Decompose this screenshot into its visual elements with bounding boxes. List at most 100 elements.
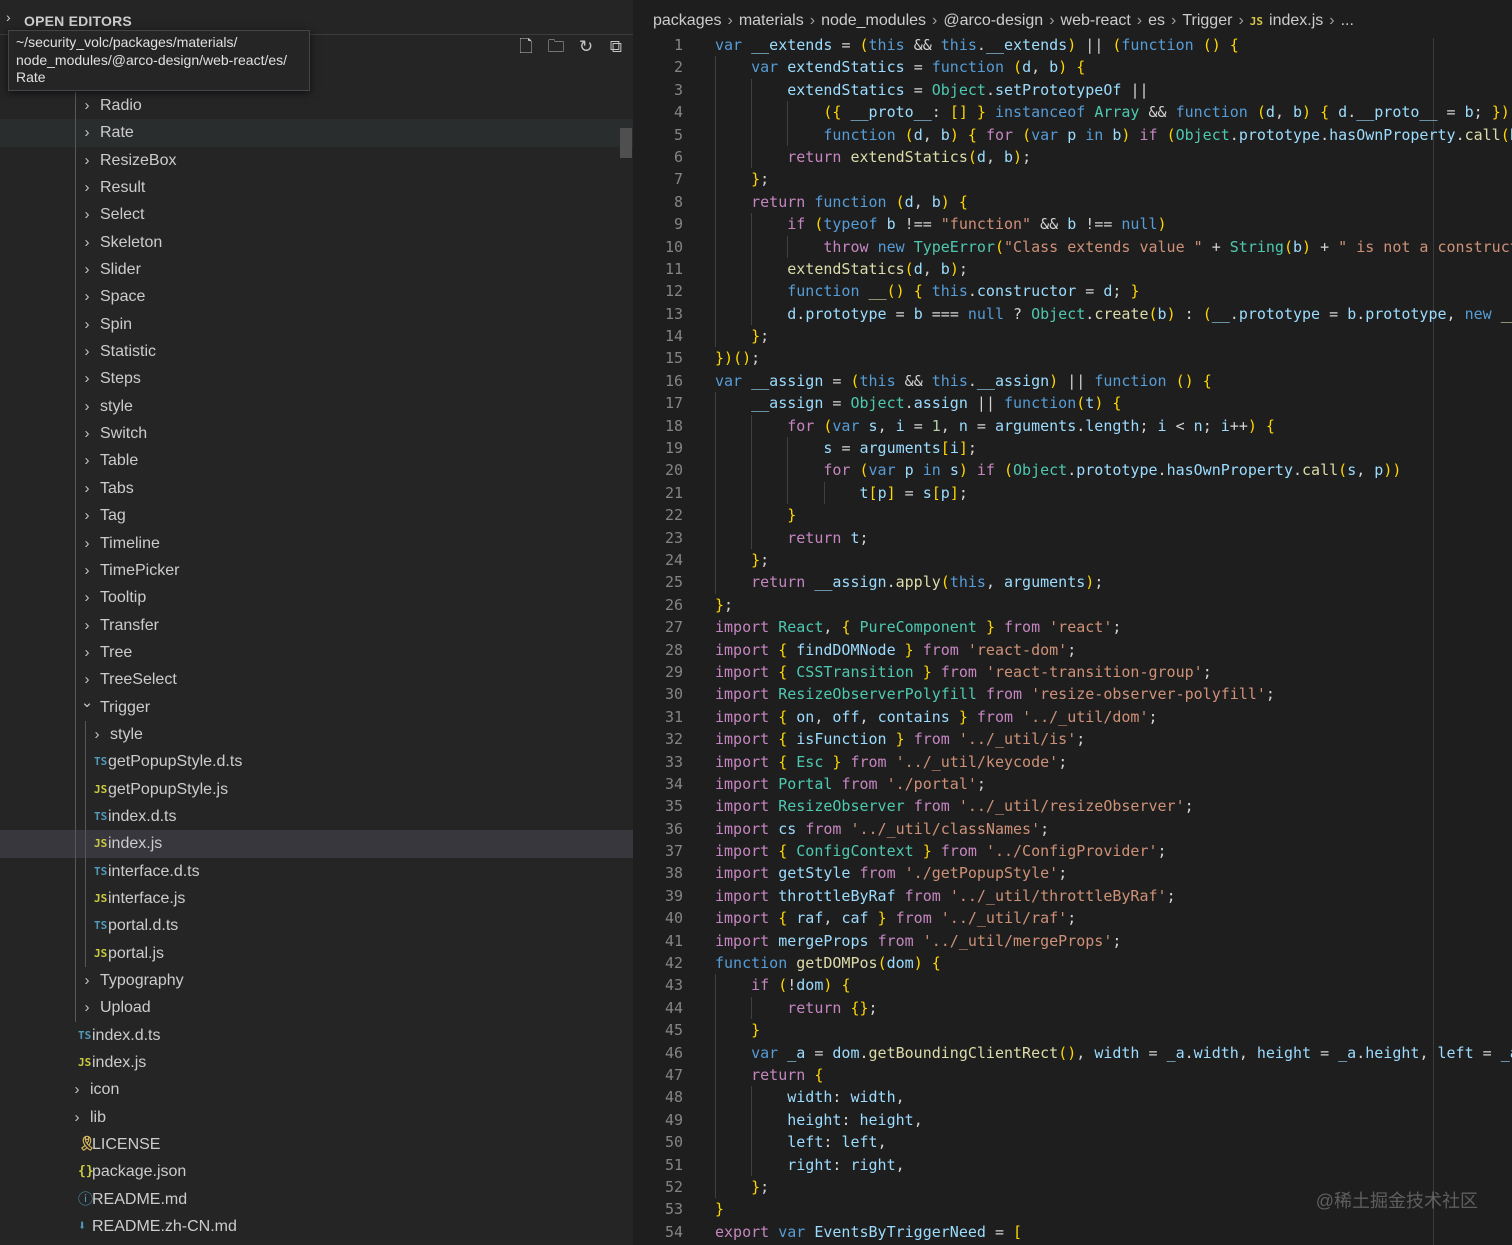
tree-item-label: style [100, 397, 133, 415]
tree-item-switch[interactable]: › Switch [0, 420, 633, 448]
tree-item-lib[interactable]: › lib [0, 1104, 633, 1131]
chevron-right-icon[interactable]: › [80, 283, 94, 310]
tree-item-interface-js[interactable]: JS interface.js [0, 884, 633, 913]
chevron-right-icon[interactable]: › [80, 639, 94, 666]
tree-item-portal-d-ts[interactable]: TS portal.d.ts [0, 912, 633, 940]
tree-item-index-d-ts[interactable]: TS index.d.ts [0, 1022, 633, 1049]
breadcrumb-item[interactable]: Trigger [1182, 12, 1232, 29]
tree-item-style[interactable]: › style [0, 720, 633, 749]
tree-item-interface-d-ts[interactable]: TS interface.d.ts [0, 857, 633, 885]
code-text: }; [751, 550, 770, 569]
code-text: import ResizeObserver from '../_util/res… [715, 797, 1194, 816]
chevron-right-icon[interactable]: › [80, 229, 94, 256]
new-folder-icon[interactable]: 🗀 [547, 38, 565, 56]
chevron-right-icon[interactable]: › [80, 447, 94, 474]
breadcrumb-item[interactable]: es [1148, 12, 1165, 29]
tree-item-timeline[interactable]: › Timeline [0, 529, 633, 557]
tree-item-slider[interactable]: › Slider [0, 256, 633, 284]
tree-item-transfer[interactable]: › Transfer [0, 611, 633, 639]
indent-guide [75, 638, 76, 667]
tree-item-license[interactable]: 🎗 LICENSE [0, 1131, 633, 1158]
tree-item-label: TreeSelect [100, 671, 177, 689]
chevron-right-icon[interactable]: › [80, 530, 94, 557]
chevron-right-icon[interactable]: › [80, 994, 94, 1021]
tree-item-typography[interactable]: › Typography [0, 967, 633, 995]
chevron-right-icon[interactable]: › [80, 338, 94, 365]
code-area[interactable]: 1 var __extends = (this && this.__extends… [633, 34, 1512, 1243]
line-number: 33 [664, 752, 683, 771]
code-line: 13 d.prototype = b === null ? Object.cre… [633, 302, 1512, 326]
chevron-right-icon[interactable]: › [80, 967, 94, 994]
tree-item-label: Tooltip [100, 589, 147, 607]
breadcrumb-item[interactable]: packages [653, 12, 722, 29]
chevron-right-icon[interactable]: › [80, 612, 94, 639]
tree-item-index-js[interactable]: JS index.js [0, 1049, 633, 1076]
tree-item-table[interactable]: › Table [0, 447, 633, 475]
tree-item-portal-js[interactable]: JS portal.js [0, 939, 633, 967]
chevron-right-icon[interactable]: › [6, 9, 11, 25]
tree-item-index-js[interactable]: JS index.js [0, 830, 633, 858]
breadcrumb-item[interactable]: index.js [1269, 12, 1323, 29]
breadcrumb-item[interactable]: ... [1341, 12, 1354, 29]
chevron-right-icon[interactable]: › [80, 393, 94, 420]
tree-item-spin[interactable]: › Spin [0, 310, 633, 339]
chevron-right-icon[interactable]: › [80, 584, 94, 611]
breadcrumb-item[interactable]: materials [739, 12, 804, 29]
tree-item-getpopupstyle-d-ts[interactable]: TS getPopupStyle.d.ts [0, 748, 633, 776]
chevron-right-icon[interactable]: › [80, 311, 94, 338]
tree-item-tag[interactable]: › Tag [0, 502, 633, 530]
chevron-right-icon[interactable]: › [90, 721, 104, 748]
tree-item-tree[interactable]: › Tree [0, 638, 633, 667]
sidebar-scrollbar-thumb[interactable] [620, 128, 632, 158]
tree-item-resizebox[interactable]: › ResizeBox [0, 146, 633, 175]
chevron-right-icon[interactable]: › [80, 365, 94, 392]
tree-item-rate[interactable]: › Rate [0, 119, 633, 147]
tree-item-trigger[interactable]: ⌄ Trigger [0, 693, 633, 721]
code-line: 51 right: right, [633, 1153, 1512, 1176]
indent-guide [75, 174, 76, 202]
new-file-icon[interactable]: 🗋 [517, 38, 535, 56]
breadcrumb-item[interactable]: node_modules [821, 12, 926, 29]
tree-item-result[interactable]: › Result [0, 174, 633, 202]
tree-item-space[interactable]: › Space [0, 283, 633, 311]
collapse-all-icon[interactable]: ⧉ [607, 38, 625, 56]
tree-item-steps[interactable]: › Steps [0, 365, 633, 393]
chevron-right-icon[interactable]: › [80, 256, 94, 283]
tree-item-tooltip[interactable]: › Tooltip [0, 584, 633, 612]
tree-item-readme-md[interactable]: ⓘ README.md [0, 1186, 633, 1213]
chevron-right-icon[interactable]: › [80, 119, 94, 146]
chevron-right-icon[interactable]: › [80, 201, 94, 228]
tree-item-timepicker[interactable]: › TimePicker [0, 556, 633, 585]
tree-item-label: Statistic [100, 343, 157, 361]
breadcrumb-item[interactable]: web-react [1061, 12, 1131, 29]
open-editors-header[interactable]: › OPEN EDITORS [0, 0, 633, 34]
tree-item-tabs[interactable]: › Tabs [0, 474, 633, 503]
chevron-right-icon[interactable]: › [80, 92, 94, 119]
tree-item-getpopupstyle-js[interactable]: JS getPopupStyle.js [0, 775, 633, 803]
breadcrumb-item[interactable]: @arco-design [943, 12, 1043, 29]
tree-item-index-d-ts[interactable]: TS index.d.ts [0, 802, 633, 831]
tree-item-icon[interactable]: › icon [0, 1076, 633, 1103]
chevron-right-icon[interactable]: › [80, 475, 94, 502]
chevron-right-icon[interactable]: › [80, 557, 94, 584]
chevron-right-icon[interactable]: › [80, 174, 94, 201]
tree-item-upload[interactable]: › Upload [0, 994, 633, 1022]
code-text: for (var s, i = 1, n = arguments.length;… [787, 416, 1275, 435]
tree-item-readme-zh-cn-md[interactable]: ⬇ README.zh-CN.md [0, 1213, 633, 1240]
tree-item-label: package.json [92, 1163, 187, 1181]
chevron-right-icon[interactable]: › [70, 1076, 84, 1103]
refresh-icon[interactable]: ↻ [577, 38, 595, 56]
tree-item-statistic[interactable]: › Statistic [0, 338, 633, 366]
chevron-right-icon[interactable]: › [80, 420, 94, 447]
tree-item-skeleton[interactable]: › Skeleton [0, 228, 633, 257]
tree-item-style[interactable]: › style [0, 392, 633, 421]
tree-item-radio[interactable]: › Radio [0, 92, 633, 120]
indent-guide [75, 474, 76, 503]
chevron-down-icon[interactable]: ⌄ [80, 689, 94, 716]
tree-item-treeselect[interactable]: › TreeSelect [0, 666, 633, 694]
chevron-right-icon[interactable]: › [80, 502, 94, 529]
chevron-right-icon[interactable]: › [70, 1104, 84, 1131]
tree-item-select[interactable]: › Select [0, 201, 633, 229]
chevron-right-icon[interactable]: › [80, 147, 94, 174]
tree-item-package-json[interactable]: {} package.json [0, 1158, 633, 1185]
